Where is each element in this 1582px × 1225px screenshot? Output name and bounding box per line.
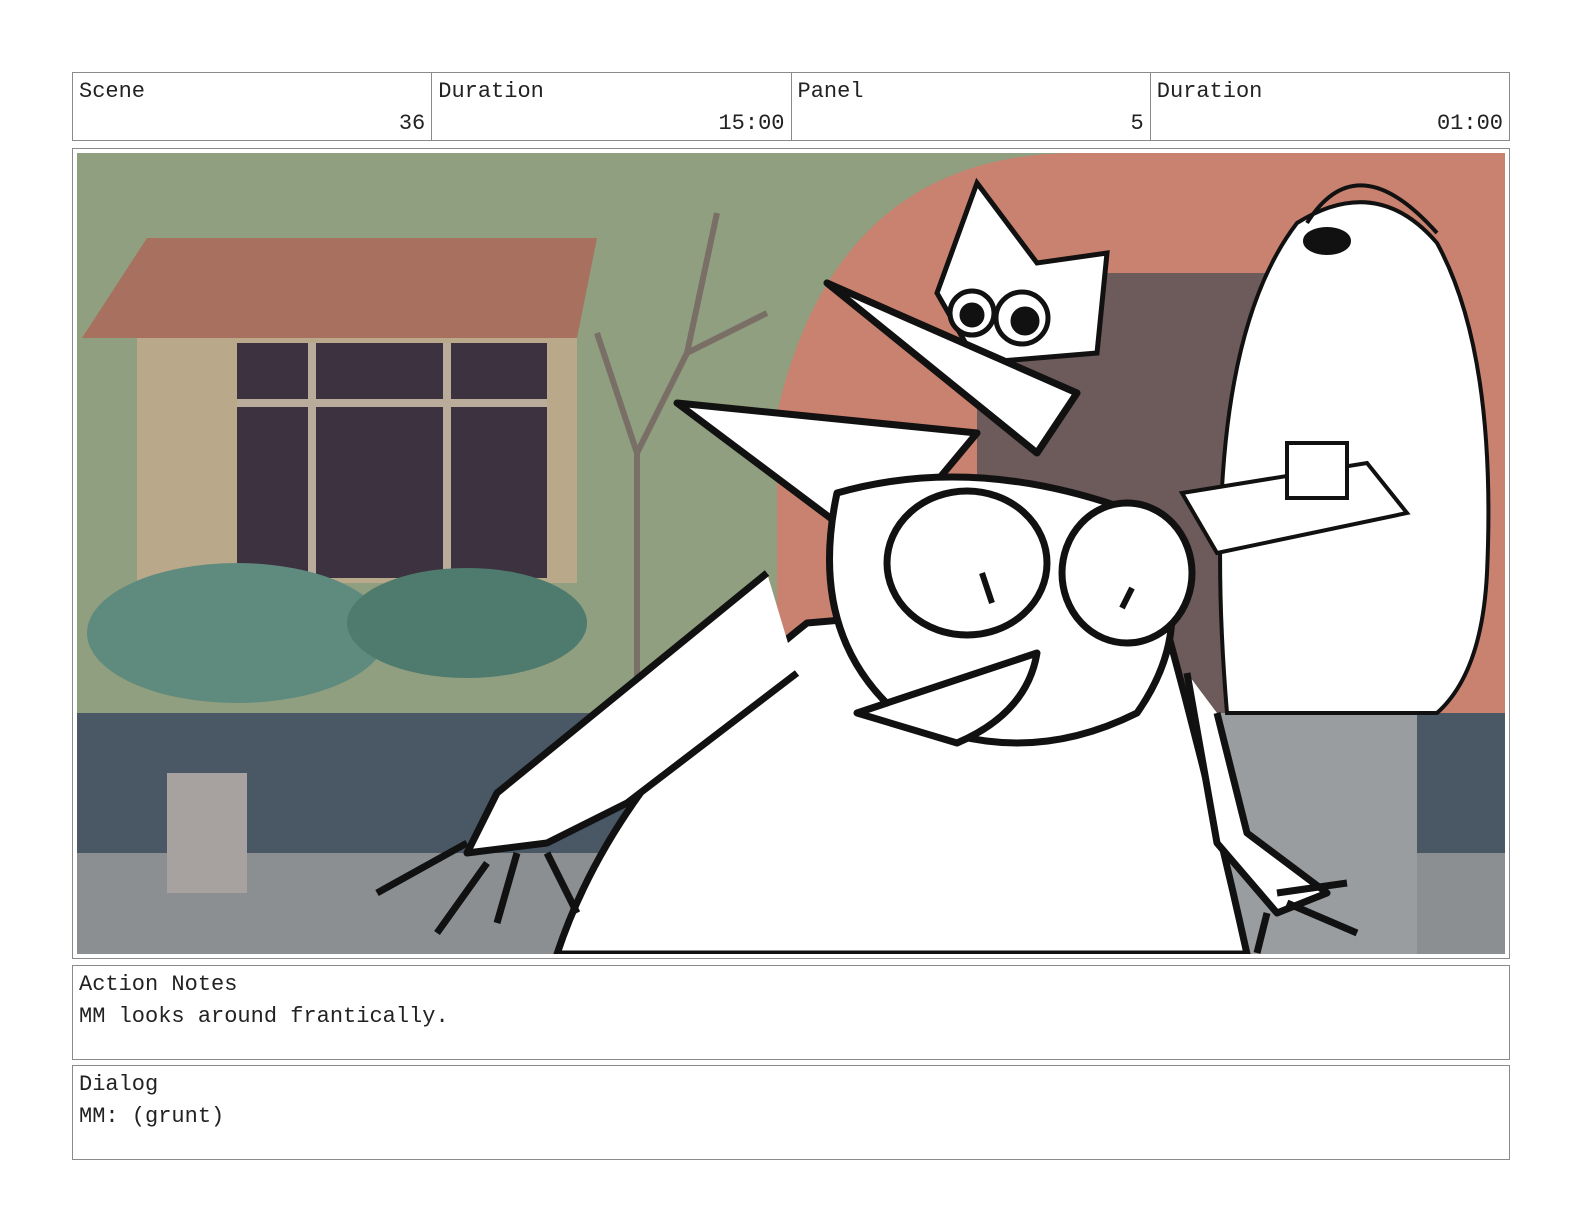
panel-duration-label: Duration (1156, 79, 1263, 104)
dialog-label: Dialog (79, 1072, 159, 1097)
dialog-box: Dialog MM: (grunt) (72, 1065, 1510, 1160)
panel-label: Panel (797, 79, 864, 104)
panel-value: 5 (1130, 111, 1144, 136)
storyboard-frame (72, 148, 1510, 959)
panel-header: Scene 36 Duration 15:00 Panel 5 Duration… (72, 72, 1510, 141)
action-notes-box: Action Notes MM looks around frantically… (72, 965, 1510, 1060)
bush (87, 563, 387, 703)
scene-duration-label: Duration (438, 79, 544, 104)
scene-value: 36 (398, 111, 426, 136)
action-notes-label: Action Notes (79, 972, 238, 997)
faucet (167, 773, 247, 893)
panel-duration-value: 01:00 (1436, 111, 1503, 136)
scene-cell: Scene 36 (73, 73, 433, 140)
panel-duration-cell: Duration 01:00 (1151, 73, 1509, 140)
scene-label: Scene (79, 79, 146, 104)
bush (347, 568, 587, 678)
panel-cell: Panel 5 (792, 73, 1151, 140)
scene-duration-cell: Duration 15:00 (432, 73, 792, 140)
house-window (237, 343, 547, 578)
scene-duration-value: 15:00 (718, 111, 785, 136)
house-roof (82, 238, 597, 338)
dialog-text: MM: (grunt) (79, 1104, 225, 1129)
action-notes-text: MM looks around frantically. (79, 1004, 449, 1029)
storyboard-image (77, 153, 1505, 954)
